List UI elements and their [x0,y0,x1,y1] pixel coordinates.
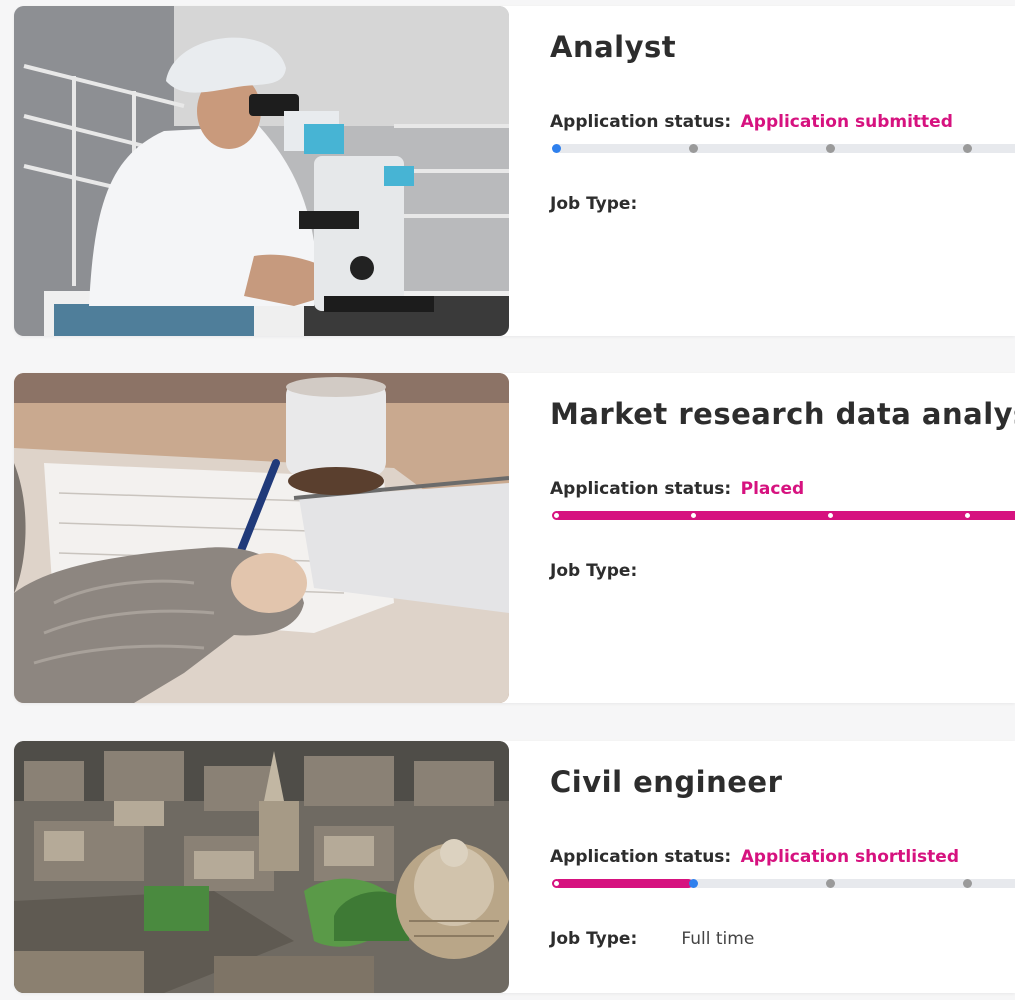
job-image-scientist-with-microscope [14,6,509,336]
status-label: Application status: [550,847,732,867]
progress-step-4-dot [962,144,972,153]
status-label: Application status: [550,479,732,499]
job-info: Market research data analyst Application… [550,373,1015,703]
progress-step-1-dot [551,144,561,153]
job-info: Analyst Application status: Application … [550,6,1015,336]
status-value: Application submitted [740,112,953,132]
progress-step-2-dot [688,511,698,520]
application-status: Application status: Placed [550,479,804,499]
progress-fill [554,511,1015,520]
job-type-label: Job Type: [550,929,638,949]
progress-step-3-dot [825,144,835,153]
job-title: Market research data analyst [550,397,1015,431]
progress-step-1-dot [551,511,561,520]
job-type: Job Type: [550,194,676,214]
progress-step-3-dot [825,879,835,888]
progress-step-2-dot [688,144,698,153]
job-title: Civil engineer [550,765,783,799]
job-type: Job Type: [550,561,676,581]
job-image-aerial-city-view [14,741,509,993]
job-card[interactable]: Civil engineer Application status: Appli… [14,741,1015,993]
job-title: Analyst [550,30,677,64]
job-type-label: Job Type: [550,561,638,581]
progress-fill [554,879,693,888]
application-status: Application status: Application submitte… [550,112,953,132]
progress-step-4-dot [962,879,972,888]
progress-step-4-dot [962,511,972,520]
job-type: Job Type: Full time [550,929,754,949]
job-application-list: Analyst Application status: Application … [0,0,1015,1000]
status-value: Application shortlisted [740,847,959,867]
progress-track [551,879,1015,888]
job-info: Civil engineer Application status: Appli… [550,741,1015,993]
progress-track [551,144,1015,153]
progress-step-1-dot [551,879,561,888]
application-status: Application status: Application shortlis… [550,847,959,867]
status-label: Application status: [550,112,732,132]
job-card[interactable]: Market research data analyst Application… [14,373,1015,703]
progress-step-3-dot [825,511,835,520]
job-card[interactable]: Analyst Application status: Application … [14,6,1015,336]
status-value: Placed [740,479,805,499]
job-image-hand-writing-on-paper [14,373,509,703]
job-type-value: Full time [681,929,755,949]
job-type-label: Job Type: [550,194,638,214]
progress-step-2-dot [688,879,698,888]
progress-track [551,511,1015,520]
